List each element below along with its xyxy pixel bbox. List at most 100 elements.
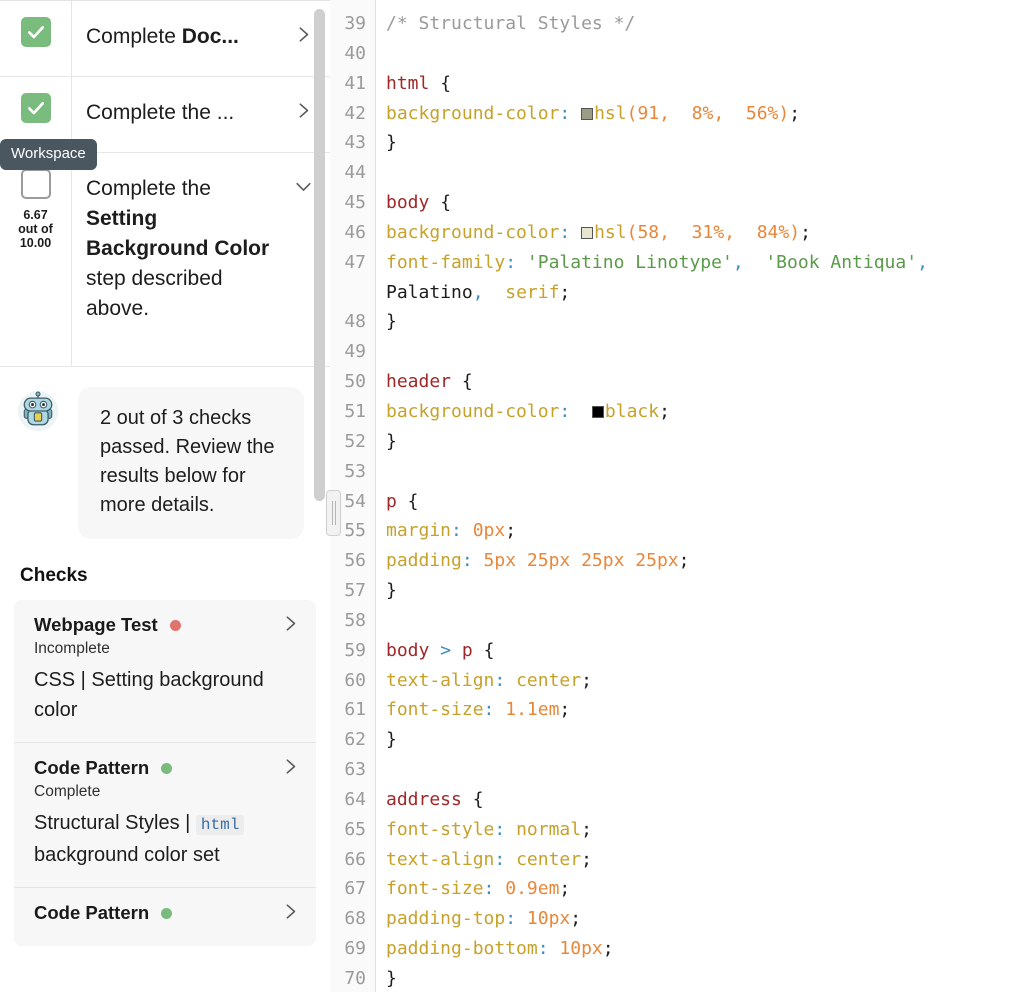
code-line[interactable]: font-style: normal; [386,815,1024,845]
code-line[interactable]: padding-top: 10px; [386,904,1024,934]
color-swatch-icon[interactable] [591,405,604,418]
code-line[interactable]: text-align: center; [386,845,1024,875]
line-number: 51 [344,400,366,422]
chevron-right-icon[interactable] [281,757,300,781]
assistant-message-block: 2 out of 3 checks passed. Review the res… [0,367,330,545]
code-token: , [917,251,928,273]
code-line[interactable]: font-size: 1.1em; [386,695,1024,725]
line-number: 41 [344,72,366,94]
code-line[interactable]: } [386,964,1024,992]
code-line[interactable]: header { [386,367,1024,397]
code-token: 'Palatino Linotype' [526,251,733,273]
code-line[interactable]: body { [386,188,1024,218]
task-item-3[interactable]: 6.67 out of 10.00 Complete the Setting B… [0,153,330,367]
code-token: ; [505,520,517,542]
checkbox-checked-icon[interactable] [20,93,51,123]
line-number: 62 [344,729,366,751]
code-line[interactable]: } [386,725,1024,755]
task-item-1[interactable]: Complete Doc... [0,1,330,77]
code-line[interactable]: } [386,576,1024,606]
code-token: 56% [745,102,779,124]
code-line[interactable] [386,158,1024,188]
code-token: body [386,639,430,661]
code-line[interactable]: background-color: black; [386,397,1024,427]
code-line[interactable]: padding-bottom: 10px; [386,934,1024,964]
code-line[interactable] [386,457,1024,487]
checks-list: Webpage Test Incomplete CSS | Setting ba… [14,600,316,946]
check-card-webpage-test[interactable]: Webpage Test Incomplete CSS | Setting ba… [14,600,316,743]
code-line[interactable]: padding: 5px 25px 25px 25px; [386,546,1024,576]
line-number: 63 [344,759,366,781]
code-token: } [386,580,397,602]
code-token: address [386,788,462,810]
code-token: 'Book Antiqua' [765,251,918,273]
status-dot-complete-icon [161,907,173,919]
code-line[interactable]: background-color: hsl(58, 31%, 84%); [386,218,1024,248]
line-number: 50 [344,371,366,393]
code-line[interactable]: font-family: 'Palatino Linotype', 'Book … [386,248,1024,308]
code-token: p [461,639,473,661]
code-token: padding [386,550,462,572]
code-token: p [386,490,397,512]
code-token: 8% [691,102,714,124]
line-number-continuation: . [330,278,375,308]
line-number: 68 [344,908,366,930]
line-number: 52 [344,430,366,452]
code-line[interactable] [386,337,1024,367]
check-card-code-pattern-2[interactable]: Code Pattern [14,888,316,946]
check-title: Webpage Test [34,614,158,635]
code-line[interactable]: } [386,307,1024,337]
code-line[interactable]: } [386,128,1024,158]
code-token: , [659,102,670,124]
chevron-right-icon[interactable] [281,902,300,926]
code-line[interactable]: body > p { [386,636,1024,666]
code-token: { [451,371,473,393]
line-number: 59 [344,639,366,661]
code-line[interactable]: address { [386,785,1024,815]
code-line[interactable]: background-color: hsl(91, 8%, 56%); [386,99,1024,129]
code-editor[interactable]: 394041424344454647.484950515253545556575… [330,0,1024,992]
code-line[interactable]: font-size: 0.9em; [386,874,1024,904]
code-token: serif [505,281,560,303]
code-line[interactable]: } [386,427,1024,457]
task-3-check-col: 6.67 out of 10.00 [0,153,72,366]
code-line[interactable]: margin: 0px; [386,516,1024,546]
line-number: 46 [344,221,366,243]
code-token: padding-bottom [386,938,538,960]
line-number: 69 [344,938,366,960]
code-content[interactable]: /* Structural Styles */ html {background… [376,0,1024,992]
code-line[interactable] [386,755,1024,785]
code-line[interactable]: /* Structural Styles */ [386,9,1024,39]
code-token: body [386,192,430,214]
line-number: 65 [344,818,366,840]
line-number: 60 [344,669,366,691]
checkbox-checked-icon[interactable] [20,17,51,47]
code-line[interactable] [386,39,1024,69]
code-token: , [472,281,484,303]
line-number: 47 [344,251,366,273]
code-token: } [386,311,397,333]
code-token: : [494,818,506,840]
code-line[interactable]: html { [386,69,1024,99]
code-token: ( [626,102,638,124]
line-number: 49 [344,341,366,363]
color-swatch-icon[interactable] [581,107,594,120]
code-token: : [494,669,506,691]
chevron-right-icon[interactable] [281,614,300,638]
code-line[interactable]: p { [386,487,1024,517]
color-swatch-icon[interactable] [581,226,594,239]
panel-splitter-handle[interactable] [326,490,341,536]
check-card-code-pattern-1[interactable]: Code Pattern Complete Structural Styles … [14,743,316,888]
code-token: ( [626,221,638,243]
sidebar-scrollbar[interactable] [314,1,325,992]
checkbox-unchecked-icon[interactable] [20,169,51,199]
code-token: : [537,938,549,960]
code-line[interactable] [386,606,1024,636]
code-token: 84% [756,221,790,243]
sidebar-scrollbar-thumb[interactable] [314,9,325,501]
code-line[interactable]: text-align: center; [386,666,1024,696]
grip-line [331,501,333,525]
